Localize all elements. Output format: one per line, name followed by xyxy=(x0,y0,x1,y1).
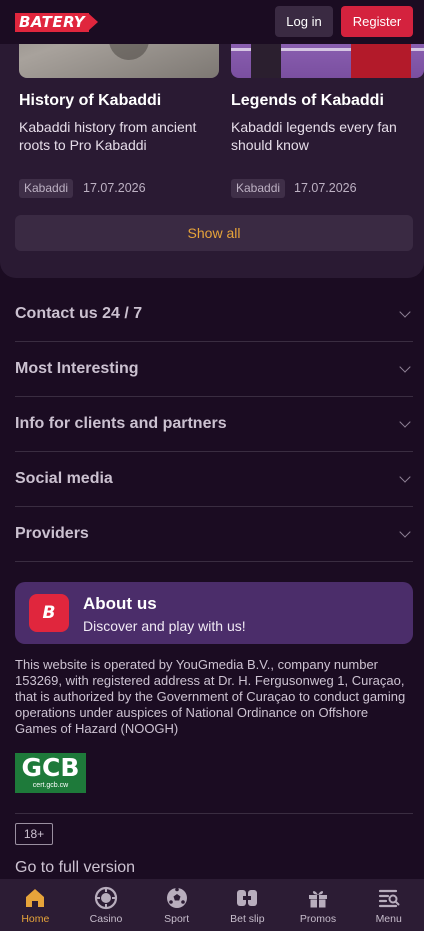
batery-logo-icon: B xyxy=(29,594,69,632)
nav-label: Bet slip xyxy=(230,913,265,925)
gcb-seal-text: GCB xyxy=(21,753,80,782)
nav-item-bet-slip[interactable]: Bet slip xyxy=(212,879,283,931)
nav-item-promos[interactable]: Promos xyxy=(283,879,354,931)
nav-label: Sport xyxy=(164,913,190,925)
logo-text: BATERY xyxy=(15,12,90,32)
article-date: 17.07.2026 xyxy=(83,181,146,195)
about-title: About us xyxy=(83,594,157,613)
chevron-down-icon xyxy=(399,306,411,318)
gift-icon xyxy=(309,891,328,908)
soccer-ball-icon xyxy=(166,887,187,908)
menu-search-icon xyxy=(378,889,400,908)
login-button[interactable]: Log in xyxy=(275,6,333,37)
chevron-down-icon xyxy=(399,361,411,373)
about-subtitle: Discover and play with us! xyxy=(83,618,246,634)
article-date: 17.07.2026 xyxy=(294,181,357,195)
article-title[interactable]: Legends of Kabaddi xyxy=(231,92,384,110)
gcb-license-seal[interactable]: GCB cert.gcb.cw xyxy=(15,753,86,793)
legal-text: This website is operated by YouGmedia B.… xyxy=(15,657,406,736)
chevron-down-icon xyxy=(399,471,411,483)
header: BATERY Log in Register xyxy=(0,0,424,44)
article-tag: Kabaddi xyxy=(19,179,74,198)
nav-label: Casino xyxy=(89,913,123,925)
nav-item-casino[interactable]: Casino xyxy=(71,879,142,931)
accordion-label: Social media xyxy=(15,470,113,487)
gcb-seal-url: cert.gcb.cw xyxy=(32,782,69,789)
age-restriction-badge: 18+ xyxy=(15,823,53,845)
register-button[interactable]: Register xyxy=(341,6,413,37)
article-title[interactable]: History of Kabaddi xyxy=(19,92,161,110)
about-us-card[interactable]: B About us Discover and play with us! xyxy=(15,582,413,644)
about-logo-text: B xyxy=(42,603,56,623)
batery-logo[interactable]: BATERY xyxy=(15,12,99,32)
accordion-label: Most Interesting xyxy=(15,360,139,377)
nav-item-sport[interactable]: Sport xyxy=(141,879,212,931)
bottom-nav: Home Casino Sport Bet slip Promos Menu xyxy=(0,879,424,931)
full-version-link[interactable]: Go to full version xyxy=(15,859,135,877)
nav-item-home[interactable]: Home xyxy=(0,879,71,931)
chevron-down-icon xyxy=(399,416,411,428)
accordion-label: Providers xyxy=(15,525,89,542)
show-all-button[interactable]: Show all xyxy=(15,215,413,251)
accordion-label: Contact us 24 / 7 xyxy=(15,305,143,322)
chevron-down-icon xyxy=(399,526,411,538)
accordion-info-clients-partners[interactable]: Info for clients and partners xyxy=(15,397,413,452)
nav-item-menu[interactable]: Menu xyxy=(353,879,424,931)
article-description: Kabaddi legends every fan should know xyxy=(231,119,397,153)
nav-label: Promos xyxy=(299,913,337,925)
divider xyxy=(15,813,413,814)
home-icon xyxy=(26,889,45,907)
logo-arrow-icon xyxy=(88,13,99,31)
ticket-icon xyxy=(237,890,258,906)
nav-label: Home xyxy=(21,913,50,925)
accordion-social-media[interactable]: Social media xyxy=(15,452,413,507)
accordion-label: Info for clients and partners xyxy=(15,415,227,432)
article-tag: Kabaddi xyxy=(231,179,286,198)
accordion-providers[interactable]: Providers xyxy=(15,507,413,562)
nav-label: Menu xyxy=(375,913,402,925)
accordion-most-interesting[interactable]: Most Interesting xyxy=(15,342,413,397)
article-description: Kabaddi history from ancient roots to Pr… xyxy=(19,119,197,153)
accordion-contact-us[interactable]: Contact us 24 / 7 xyxy=(15,287,413,342)
casino-chip-icon xyxy=(94,886,118,910)
